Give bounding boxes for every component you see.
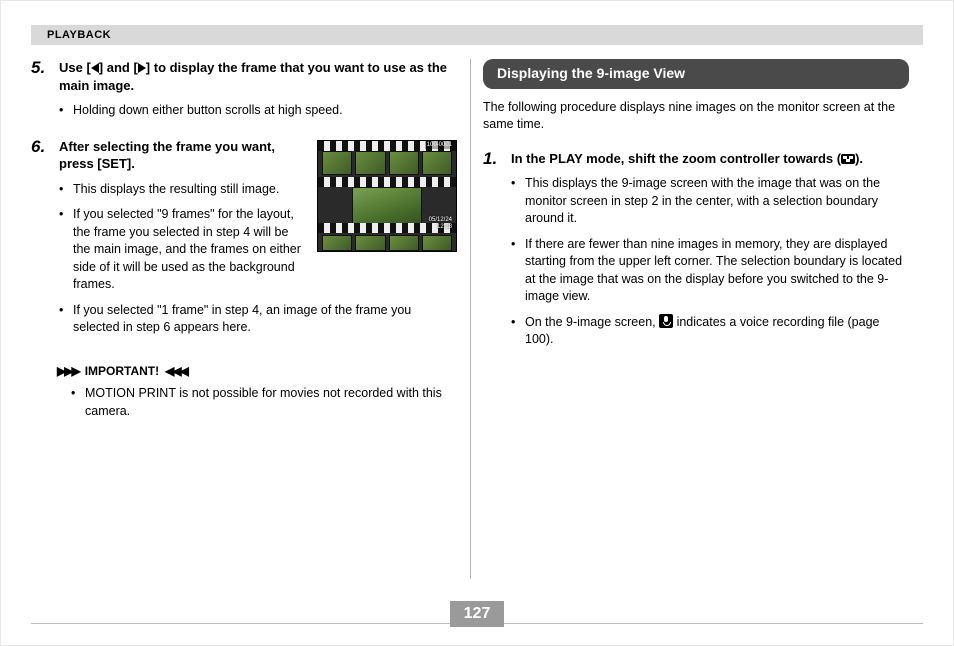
step-with-thumbnail: After selecting the frame you want, pres… [59, 138, 457, 302]
important-heading: ▶▶▶ IMPORTANT! ◀◀◀ [57, 363, 457, 380]
left-column: 5. Use [] and [] to display the frame th… [31, 59, 461, 579]
bullet-item: On the 9-image screen, indicates a voice… [511, 314, 909, 349]
section-label: PLAYBACK [47, 29, 111, 41]
step-body: Use [] and [] to display the frame that … [59, 59, 457, 128]
bullet-item: This displays the 9-image screen with th… [511, 175, 909, 228]
step-number: 1. [483, 150, 503, 357]
step-bullets: Holding down either button scrolls at hi… [59, 102, 457, 120]
step-body: After selecting the frame you want, pres… [59, 138, 457, 345]
step-5: 5. Use [] and [] to display the frame th… [31, 59, 457, 128]
microphone-icon [659, 314, 673, 328]
step-6: 6. After selecting the frame you want, p… [31, 138, 457, 345]
content-columns: 5. Use [] and [] to display the frame th… [31, 59, 923, 579]
step-text: After selecting the frame you want, pres… [59, 138, 303, 302]
step-body: In the PLAY mode, shift the zoom control… [511, 150, 909, 357]
page: PLAYBACK 5. Use [] and [] to display the… [0, 0, 954, 646]
step-heading: Use [] and [] to display the frame that … [59, 59, 457, 94]
triangle-right-icon [138, 63, 146, 73]
important-item: MOTION PRINT is not possible for movies … [71, 385, 457, 420]
section-intro: The following procedure displays nine im… [483, 99, 909, 134]
bullet-item: If you selected "9 frames" for the layou… [59, 206, 303, 294]
page-footer: 127 [31, 601, 923, 627]
bullet-item: If there are fewer than nine images in m… [511, 236, 909, 306]
bullet-item: If you selected "1 frame" in step 4, an … [59, 302, 457, 337]
column-divider [461, 59, 479, 579]
step-1: 1. In the PLAY mode, shift the zoom cont… [483, 150, 909, 357]
important-label: IMPORTANT! [85, 363, 159, 380]
triangle-left-icon [91, 63, 99, 73]
step-bullets: This displays the 9-image screen with th… [511, 175, 909, 349]
zoom-grid-icon [841, 154, 855, 164]
arrows-back-icon: ◀◀◀ [165, 363, 187, 380]
arrows-forward-icon: ▶▶▶ [57, 363, 79, 380]
header-bar: PLAYBACK [31, 25, 923, 45]
motion-print-preview-image: 100-0001 05/12/24 12:38 [317, 140, 457, 252]
section-heading: Displaying the 9-image View [483, 59, 909, 89]
step-bullets: If you selected "1 frame" in step 4, an … [59, 302, 457, 337]
step-heading: In the PLAY mode, shift the zoom control… [511, 150, 909, 168]
thumb-file-id: 100-0001 [425, 141, 454, 149]
important-body: MOTION PRINT is not possible for movies … [71, 385, 457, 420]
step-bullets: This displays the resulting still image.… [59, 181, 303, 294]
page-number: 127 [450, 601, 504, 627]
step-number: 5. [31, 59, 51, 128]
right-column: Displaying the 9-image View The followin… [479, 59, 909, 579]
thumb-datetime: 05/12/24 12:38 [429, 217, 452, 230]
step-heading: After selecting the frame you want, pres… [59, 138, 303, 173]
bullet-item: This displays the resulting still image. [59, 181, 303, 199]
step-number: 6. [31, 138, 51, 345]
bullet-item: Holding down either button scrolls at hi… [59, 102, 457, 120]
